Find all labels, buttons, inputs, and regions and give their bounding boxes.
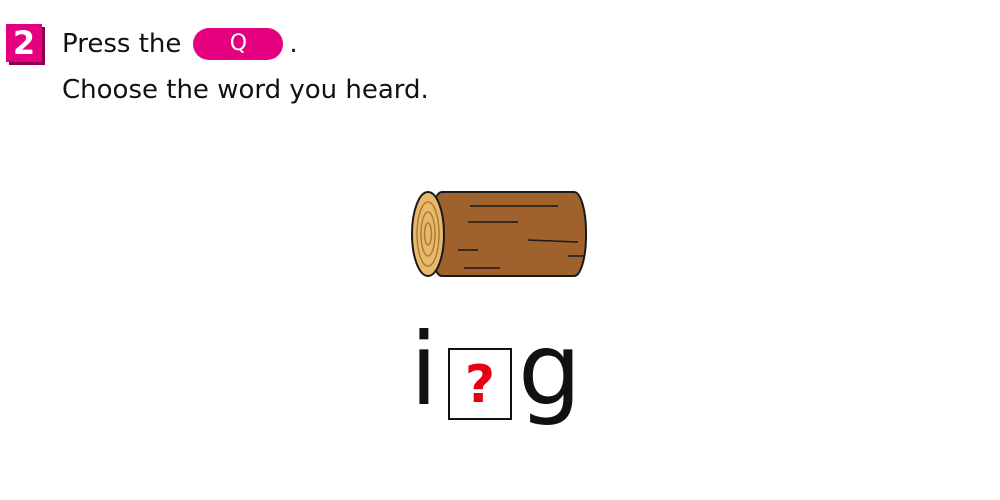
instruction-line-2: Choose the word you heard.: [62, 75, 429, 105]
instruction-prefix: Press the: [62, 29, 182, 59]
missing-letter-box[interactable]: ?: [448, 348, 512, 420]
log-bark: [429, 191, 587, 277]
question-mark: ?: [464, 355, 496, 415]
instruction-suffix: .: [289, 29, 298, 59]
q-play-button[interactable]: Q: [193, 28, 284, 60]
instruction-line-1: Press the Q .: [62, 24, 298, 64]
letter-last: g: [518, 311, 582, 428]
log-icon: [408, 186, 592, 282]
word-puzzle: i ? g: [400, 320, 600, 450]
letter-first: i: [410, 311, 438, 428]
step-number-badge: 2: [6, 24, 42, 62]
